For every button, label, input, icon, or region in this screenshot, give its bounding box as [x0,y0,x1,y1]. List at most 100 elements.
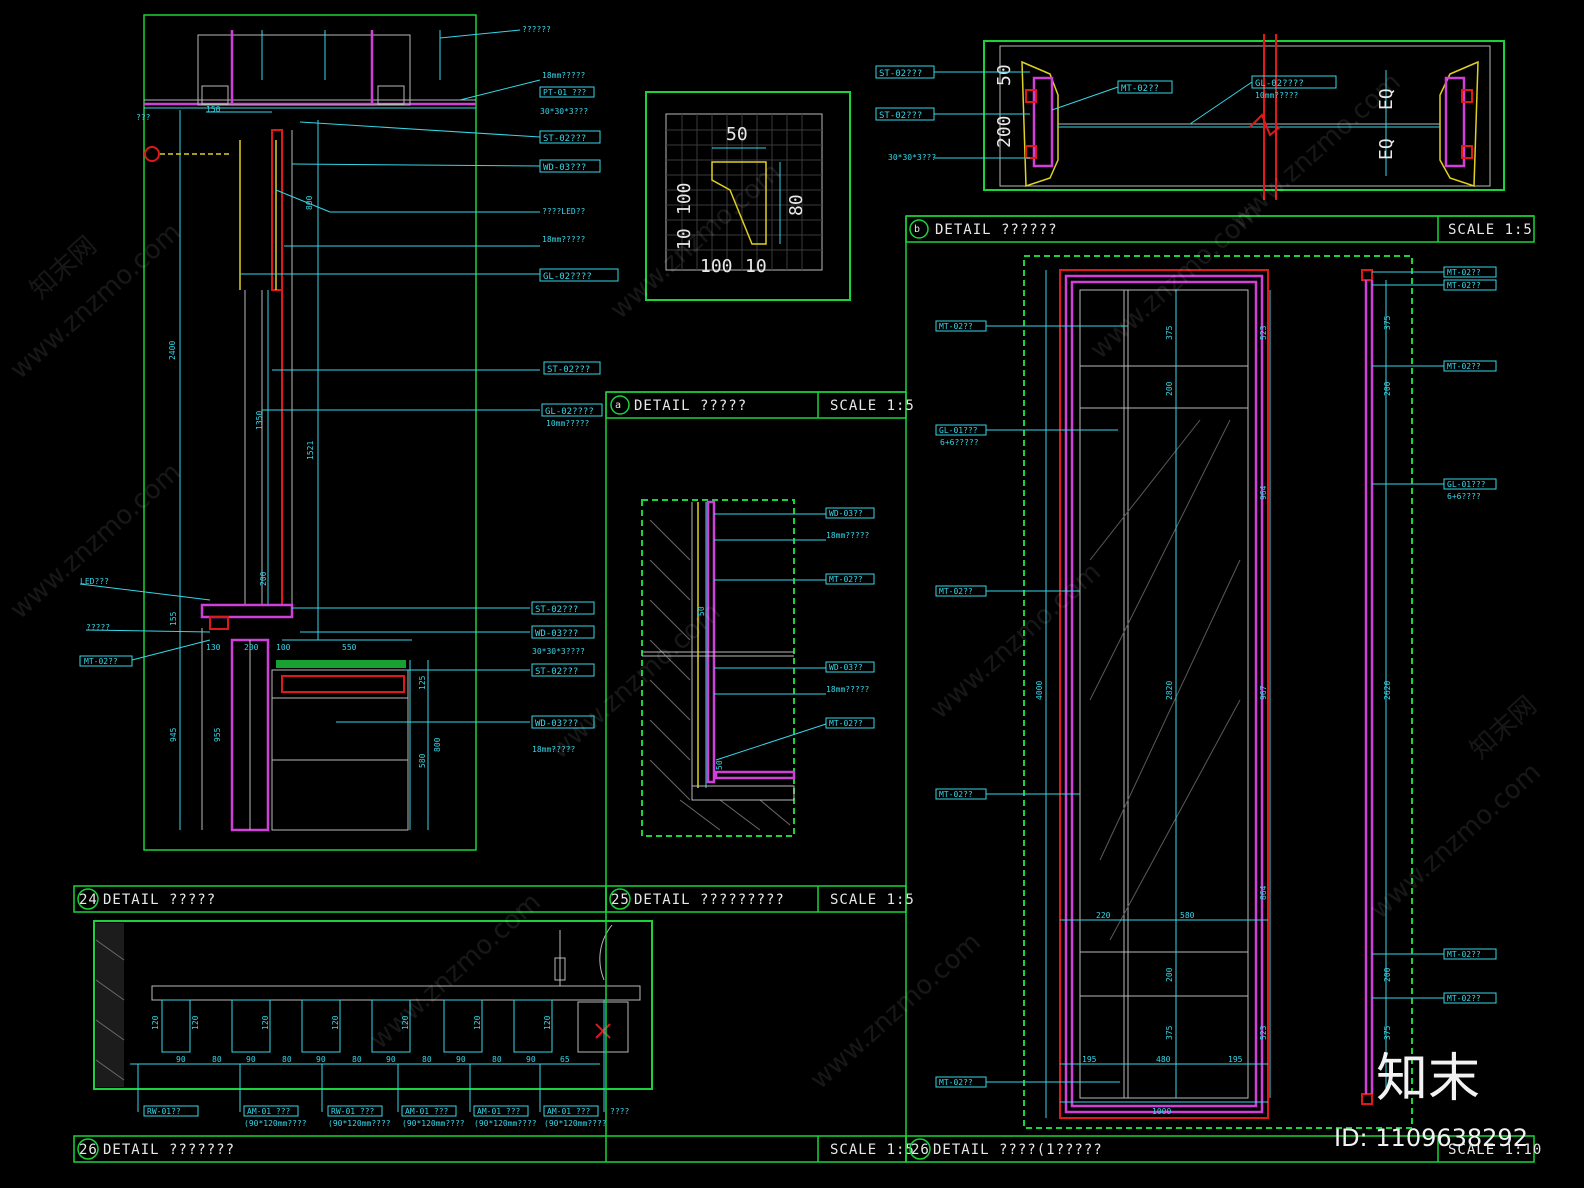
tag-pt01: PT-01 ??? [543,88,587,97]
dim-523b: 523 [1259,1025,1268,1040]
dim-90e: 90 [456,1055,466,1064]
dim-80c: 80 [352,1055,362,1064]
watermark-6: www.znzmo.com [925,557,1107,725]
tag-mt02e: MT-02?? [829,575,863,584]
title-bar-25: 25 DETAIL ????????? SCALE 1:5 [605,885,914,913]
title-26b-num: 26 [911,1142,930,1158]
tag-mt02m: MT-02?? [1447,362,1481,371]
dim-90b: 90 [246,1055,256,1064]
dim-90d: 90 [386,1055,396,1064]
dim-580b: 580 [1180,911,1195,920]
tag-st02f: ST-02??? [879,111,922,121]
note-n15: 6+6???? [1447,492,1481,501]
id-text: ID: 1109638292 [1334,1124,1528,1152]
tag-st02: ST-02??? [543,134,586,144]
title-b-scale: SCALE 1:5 [1448,222,1533,238]
detail-a-section: WD-03?? 18mm????? MT-02?? WD-03?? 18mm??… [641,499,875,837]
dim-90c: 90 [316,1055,326,1064]
dim-375b: 375 [1165,1025,1174,1040]
tag-am01d: AM-01 ??? [547,1107,591,1116]
tag-gl02b: GL-02???? [545,407,594,417]
dim-220: 220 [1096,911,1111,920]
title-26b-label: DETAIL ????(1????? [933,1142,1103,1158]
dim-195: 195 [1082,1055,1097,1064]
note-n8: ??? [136,113,151,122]
dim-200: 200 [259,571,268,586]
dim-80b: 80 [282,1055,292,1064]
dim-120f: 120 [473,1015,482,1030]
note-n13: ???? [610,1107,629,1116]
detail-24-section: 150 2400 1521 1350 800 200 155 130 200 1… [79,14,619,851]
tag-wd03d: WD-03?? [829,663,863,672]
watermark-cn-2: 知末网 [1465,691,1543,765]
note-n5: 10mm????? [546,419,590,428]
title-24-label: DETAIL ????? [103,892,216,908]
tag-mt02g: MT-02?? [939,322,973,331]
cad-drawing-sheet: 150 2400 1521 1350 800 200 155 130 200 1… [5,14,1547,1163]
dim-964: 964 [1259,485,1268,500]
dim-80: 80 [786,194,807,216]
title-24-num: 24 [79,892,98,908]
dim-100bot: 100 [700,256,733,277]
dim-120g: 120 [543,1015,552,1030]
dim-2620: 2620 [1383,681,1392,700]
tag-mt02f: MT-02?? [829,719,863,728]
title-bars: a DETAIL ????? SCALE 1:5 b DETAIL ??????… [73,215,1541,1163]
watermark-5: www.znzmo.com [545,597,727,765]
dim-50b: 50 [994,64,1015,86]
note-n4: ????LED?? [542,207,586,216]
title-b-num: b [914,224,921,235]
tag-wd03: WD-03??? [543,163,586,173]
tag-st02e: ST-02??? [879,69,922,79]
dim-200b: 200 [244,643,259,652]
dim-375c: 375 [1383,315,1392,330]
note-n3b: 30*30*3??? [888,153,936,162]
title-25-label: DETAIL ????????? [634,892,785,908]
dim-480: 480 [1156,1055,1171,1064]
tag-mt02j: MT-02?? [939,1078,973,1087]
dim-200f: 200 [1383,381,1392,396]
dim-10bot: 10 [745,256,767,277]
dim-864: 864 [1259,885,1268,900]
dim-200c: 200 [994,115,1015,148]
dim-523: 523 [1259,325,1268,340]
dim-195b: 195 [1228,1055,1243,1064]
title-a-label: DETAIL ????? [634,398,747,414]
tag-rw01b: RW-01 ??? [331,1107,375,1116]
tag-mt02b: MT-02?? [1121,84,1159,94]
dim-100: 100 [276,643,291,652]
title-bar-a: a DETAIL ????? SCALE 1:5 [605,391,915,419]
watermark-2: www.znzmo.com [5,457,187,625]
dim-200e: 200 [1165,967,1174,982]
tag-mt02n: MT-02?? [1447,950,1481,959]
tag-mt02o: MT-02?? [1447,994,1481,1003]
tag-am01a: AM-01 ??? [247,1107,291,1116]
dim-955: 955 [213,727,222,742]
tag-gl02c: GL-02???? [1255,79,1304,89]
dim-2820: 2820 [1165,681,1174,700]
dim-550: 550 [342,643,357,652]
title-bar-26: 26 DETAIL ??????? SCALE 1:5 [73,1135,915,1163]
note-n12d: (90*120mm???? [474,1119,537,1128]
tag-st02d: ST-02??? [535,667,578,677]
note-n2: 18mm????? [542,71,586,80]
note-n2c: 18mm????? [826,531,870,540]
title-b-label: DETAIL ?????? [935,222,1058,238]
dim-155: 155 [169,611,178,626]
note-n1: ?????? [522,25,551,34]
dim-967: 967 [1259,685,1268,700]
title-26-scale: SCALE 1:5 [830,1142,915,1158]
dim-50: 50 [726,124,748,145]
detail-plan-top: EQ EQ 50 200 ST-02??? ST-02??? 30*30*3??… [875,34,1505,200]
tag-wd03c: WD-03?? [829,509,863,518]
note-n2d: 18mm????? [826,685,870,694]
dim-80a: 80 [212,1055,222,1064]
tag-mt02h: MT-02?? [939,587,973,596]
tag-st02c: ST-02??? [535,605,578,615]
tag-mt02k: MT-02?? [1447,268,1481,277]
watermark-1: www.znzmo.com [5,217,187,385]
title-a-scale: SCALE 1:5 [830,398,915,414]
dim-80e: 80 [492,1055,502,1064]
tag-mt02i: MT-02?? [939,790,973,799]
note-n12e: (90*120mm???? [544,1119,607,1128]
